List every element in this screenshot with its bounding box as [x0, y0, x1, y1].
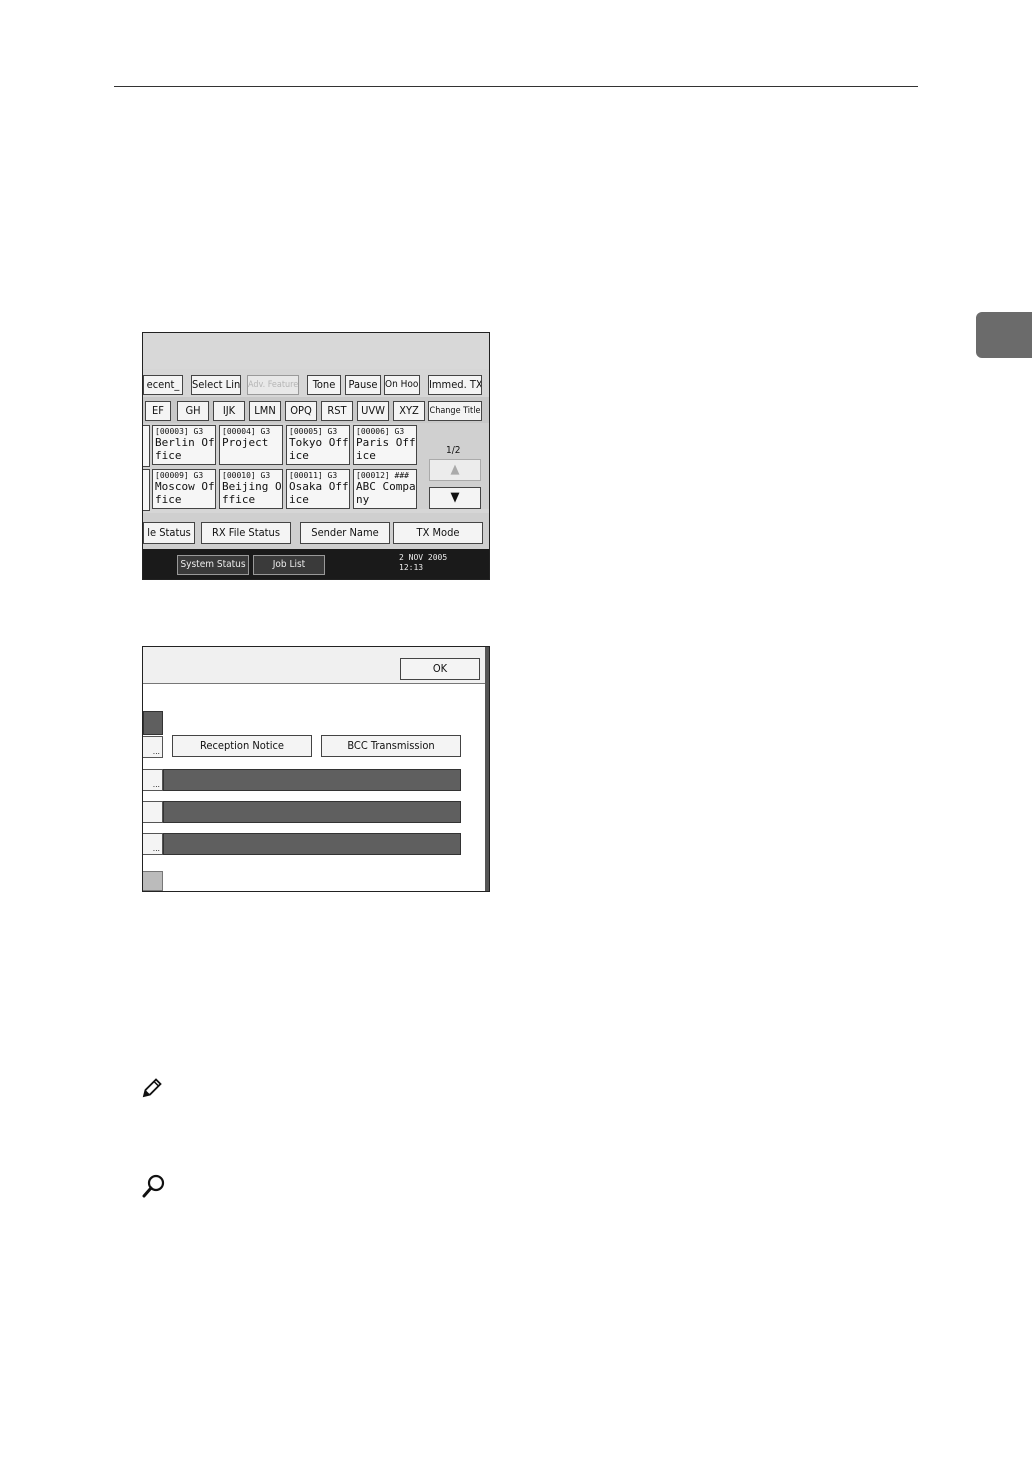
magnifier-reference-icon — [142, 1174, 165, 1198]
destination-key[interactable]: [00011] G3 Osaka Office — [286, 469, 350, 509]
adv-features-button[interactable]: Adv. Features — [247, 375, 299, 395]
scroll-up-arrow-icon[interactable]: ▲ — [429, 459, 481, 481]
file-status-button[interactable]: le Status — [143, 522, 195, 544]
tx-mode-screen: OK … Reception Notice BCC Transmission …… — [142, 646, 490, 892]
option-stub-button[interactable]: … — [143, 833, 163, 855]
job-list-button[interactable]: Job List — [253, 555, 325, 575]
tab-ef[interactable]: EF — [145, 401, 171, 421]
recent-button[interactable]: ecent_ — [143, 375, 183, 395]
destination-code: [00011] G3 — [289, 471, 338, 480]
rx-file-status-button[interactable]: RX File Status — [201, 522, 291, 544]
status-bar: System Status Job List 2 NOV 2005 12:13 — [143, 549, 489, 579]
immed-tx-button[interactable]: Immed. TX — [428, 375, 482, 395]
destination-key[interactable]: [00006] G3 Paris Office — [353, 425, 417, 465]
destination-key[interactable]: [00010] G3 Beijing Office — [219, 469, 283, 509]
header-rule — [114, 86, 918, 87]
tab-opq[interactable]: OPQ — [285, 401, 317, 421]
tab-rst[interactable]: RST — [321, 401, 353, 421]
pencil-note-icon — [142, 1078, 162, 1098]
destination-key[interactable]: [00012] ### ABC Company — [353, 469, 417, 509]
date-text: 2 NOV 2005 — [399, 553, 448, 562]
change-title-button[interactable]: Change Title — [428, 401, 482, 421]
destination-name: Tokyo Office — [289, 436, 349, 462]
destination-code: [00009] G3 — [155, 471, 204, 480]
destination-name: ABC Company — [356, 480, 416, 506]
destination-code: [00004] G3 — [222, 427, 271, 436]
destination-name: Osaka Office — [289, 480, 349, 506]
pause-button[interactable]: Pause — [345, 375, 381, 395]
destination-code: [00006] G3 — [356, 427, 405, 436]
destination-name: Berlin Office — [155, 436, 215, 462]
option-stub-button[interactable]: … — [143, 769, 163, 791]
category-tab — [143, 711, 163, 735]
option-stub-button[interactable]: … — [143, 736, 163, 758]
tx-mode-button[interactable]: TX Mode — [393, 522, 483, 544]
system-status-button[interactable]: System Status — [177, 555, 249, 575]
tab-lmn[interactable]: LMN — [249, 401, 281, 421]
destination-partial[interactable] — [143, 425, 150, 467]
option-stub-button[interactable] — [143, 801, 163, 823]
destination-name: Project — [222, 436, 269, 449]
on-hook-button[interactable]: On Hook — [384, 375, 420, 395]
reception-notice-button[interactable]: Reception Notice — [172, 735, 312, 757]
destination-partial[interactable] — [143, 469, 150, 511]
destination-code: [00010] G3 — [222, 471, 271, 480]
page-indicator: 1/2 — [446, 445, 461, 456]
option-bar — [163, 801, 461, 823]
destination-key[interactable]: [00009] G3 Moscow Office — [152, 469, 216, 509]
select-line-button[interactable]: Select Line — [191, 375, 241, 395]
scroll-down-arrow-icon[interactable]: ▼ — [429, 487, 481, 509]
ok-button[interactable]: OK — [400, 658, 480, 680]
option-bar — [163, 769, 461, 791]
destination-key[interactable]: [00005] G3 Tokyo Office — [286, 425, 350, 465]
clock: 2 NOV 2005 12:13 — [399, 553, 447, 573]
destination-code: [00012] ### — [356, 471, 409, 480]
tab-gh[interactable]: GH — [177, 401, 209, 421]
scroll-edge — [485, 647, 489, 891]
destination-code: [00003] G3 — [155, 427, 204, 436]
message-area — [143, 333, 489, 369]
time-text: 12:13 — [399, 563, 424, 572]
option-stub — [143, 871, 163, 891]
sender-name-button[interactable]: Sender Name — [300, 522, 390, 544]
destination-name: Moscow Office — [155, 480, 215, 506]
destination-key[interactable]: [00004] G3 Project — [219, 425, 283, 465]
option-bar — [163, 833, 461, 855]
chapter-tab — [976, 312, 1032, 358]
destination-name: Paris Office — [356, 436, 416, 462]
tab-ijk[interactable]: IJK — [213, 401, 245, 421]
destination-name: Beijing Office — [222, 480, 282, 506]
destination-key[interactable]: [00003] G3 Berlin Office — [152, 425, 216, 465]
tab-uvw[interactable]: UVW — [357, 401, 389, 421]
tone-button[interactable]: Tone — [307, 375, 341, 395]
destination-code: [00005] G3 — [289, 427, 338, 436]
fax-initial-screen: ecent_ Select Line Adv. Features Tone Pa… — [142, 332, 490, 580]
tab-xyz[interactable]: XYZ — [393, 401, 425, 421]
bcc-transmission-button[interactable]: BCC Transmission — [321, 735, 461, 757]
